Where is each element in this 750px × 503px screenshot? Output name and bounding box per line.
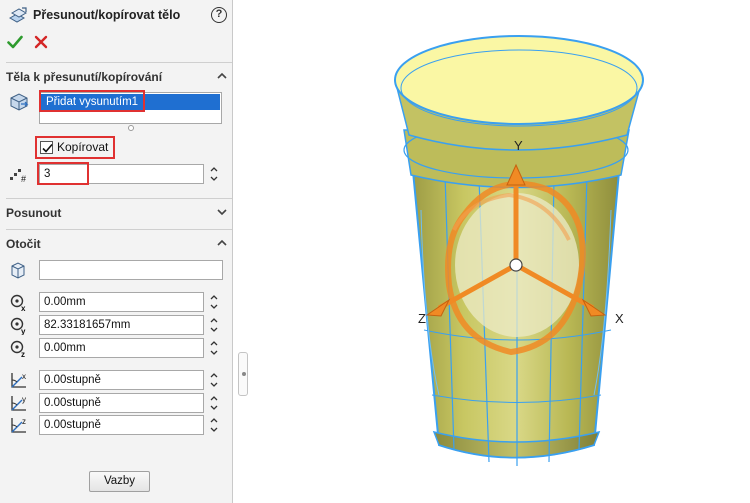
svg-text:x: x xyxy=(21,304,26,312)
triad-y-label: Y xyxy=(514,138,523,153)
copy-count-spinner[interactable] xyxy=(209,164,219,184)
z-angle-spinner[interactable] xyxy=(209,415,219,435)
solid-body-icon xyxy=(10,93,29,111)
bodies-section-header[interactable]: Těla k přesunutí/kopírování xyxy=(6,66,232,88)
constraints-button[interactable]: Vazby xyxy=(89,471,150,492)
z-origin-spinner[interactable] xyxy=(209,338,219,358)
x-angle-field[interactable]: 0.00stupně xyxy=(39,370,204,390)
divider xyxy=(6,229,232,230)
y-angle-icon: y xyxy=(11,395,26,411)
x-icon[interactable] xyxy=(33,34,49,50)
z-angle-field[interactable]: 0.00stupně xyxy=(39,415,204,435)
y-origin-icon: y xyxy=(10,317,26,335)
translate-section-header[interactable]: Posunout xyxy=(6,202,232,224)
svg-text:z: z xyxy=(22,417,26,426)
bodies-section-title: Těla k přesunutí/kopírování xyxy=(6,70,163,84)
move-copy-body-icon xyxy=(8,7,28,23)
svg-text:#: # xyxy=(21,174,26,184)
rotate-section-header[interactable]: Otočit xyxy=(6,233,232,255)
chevron-up-icon[interactable] xyxy=(216,70,228,82)
y-origin-spinner[interactable] xyxy=(209,315,219,335)
rotation-reference-field[interactable] xyxy=(39,260,223,280)
x-origin-field[interactable]: 0.00mm xyxy=(39,292,204,312)
highlight-box xyxy=(39,90,145,112)
z-origin-icon: z xyxy=(10,340,25,358)
svg-text:z: z xyxy=(21,350,25,358)
y-origin-field[interactable]: 82.33181657mm xyxy=(39,315,204,335)
highlight-box xyxy=(37,162,89,185)
y-angle-spinner[interactable] xyxy=(209,393,219,413)
x-angle-icon: x xyxy=(11,372,26,388)
rotate-section-title: Otočit xyxy=(6,237,41,251)
svg-text:x: x xyxy=(22,372,26,381)
help-icon[interactable]: ? xyxy=(211,7,227,23)
list-resize-handle[interactable] xyxy=(128,125,134,131)
triad-z-label: Z xyxy=(418,311,426,326)
svg-text:y: y xyxy=(21,327,26,335)
triad-x-label: X xyxy=(615,311,624,326)
chevron-down-icon[interactable] xyxy=(216,206,228,218)
panel-title-bar: Přesunout/kopírovat tělo ? xyxy=(0,0,233,30)
copy-count-icon: # xyxy=(10,169,26,184)
rotation-reference-icon xyxy=(11,262,25,279)
highlight-box xyxy=(35,136,115,159)
splitter-grip xyxy=(242,372,246,376)
divider xyxy=(6,198,232,199)
panel-splitter-handle[interactable] xyxy=(238,352,248,396)
x-origin-icon: x xyxy=(10,294,26,312)
chevron-up-icon[interactable] xyxy=(216,237,228,249)
x-angle-spinner[interactable] xyxy=(209,370,219,390)
checkmark-icon[interactable] xyxy=(7,34,23,50)
graphics-viewport[interactable]: Y X Z xyxy=(249,0,750,503)
property-manager-panel: Přesunout/kopírovat tělo ? Těla k přesun… xyxy=(0,0,233,503)
svg-text:y: y xyxy=(22,395,26,404)
translate-section-title: Posunout xyxy=(6,206,62,220)
y-angle-field[interactable]: 0.00stupně xyxy=(39,393,204,413)
cup-model[interactable] xyxy=(249,0,750,503)
panel-title: Přesunout/kopírovat tělo xyxy=(33,8,181,22)
x-origin-spinner[interactable] xyxy=(209,292,219,312)
z-origin-field[interactable]: 0.00mm xyxy=(39,338,204,358)
z-angle-icon: z xyxy=(11,417,26,433)
divider xyxy=(6,62,232,63)
